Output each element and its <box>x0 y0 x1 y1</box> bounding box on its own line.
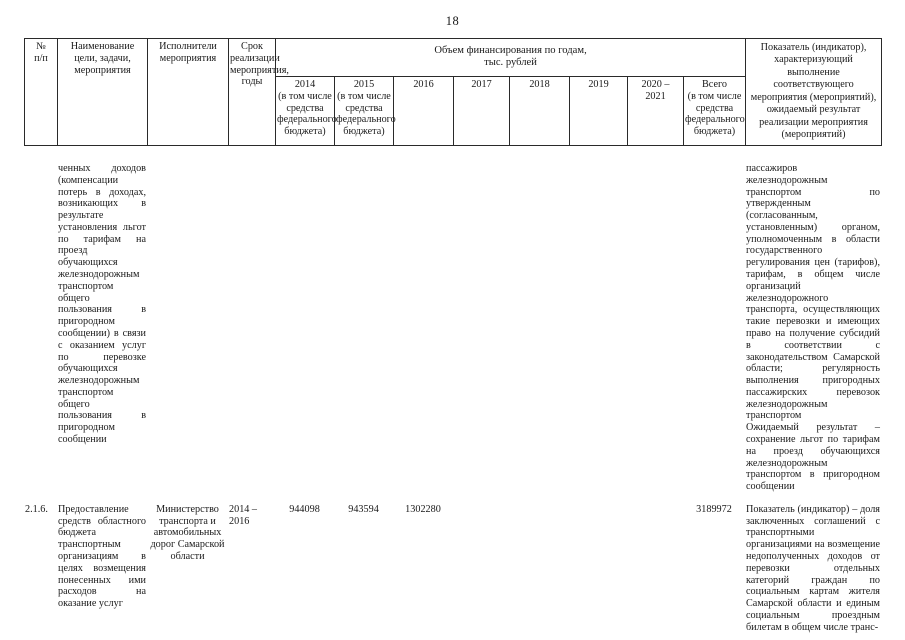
header-cell-2018: 2018 <box>509 75 570 146</box>
header-2014-note: (в том числе средства федерального бюдже… <box>277 90 337 138</box>
page-number: 18 <box>445 14 460 28</box>
header-cell-executors: Исполнители мероприятия <box>147 38 229 146</box>
header-cell-financing-title: Объем финансирования по годам, тыс. рубл… <box>274 38 747 77</box>
spacer-cell <box>24 493 881 504</box>
header-cell-2016: 2016 <box>393 75 454 146</box>
financing-title-line2: тыс. рублей <box>484 57 537 69</box>
header-2015-note: (в том числе средства федерального бюдже… <box>336 90 396 138</box>
table-body: ченных доходов (компенсации потерь в дох… <box>24 163 881 633</box>
row-value-2018 <box>509 504 569 634</box>
row-indicator: пассажиров железнодорожным транспортом п… <box>745 163 881 493</box>
header-cell-2015: 2015 (в том числе средства федерального … <box>334 75 396 146</box>
row-value-2019 <box>569 163 627 493</box>
header-cell-indicator: Показатель (индикатор), характеризующий … <box>745 38 883 146</box>
row-indicator-part1: Показатель (индикатор) – доля заключенны… <box>746 503 880 633</box>
row-value-2015 <box>334 163 393 493</box>
row-name: Предоставление средств областного бюджет… <box>58 503 146 610</box>
row-value-2020-2021 <box>627 163 683 493</box>
header-2020-line1: 2020 – <box>641 78 670 90</box>
row-spacer <box>24 493 881 504</box>
row-value-2017 <box>453 504 509 634</box>
header-cell-total: Всего (в том числе средства федерального… <box>682 75 747 146</box>
row-value-total: 3189972 <box>696 503 732 515</box>
header-cell-number: № п/п <box>24 38 58 146</box>
row-indicator: Показатель (индикатор) – доля заключенны… <box>745 504 881 634</box>
row-value-total <box>683 163 745 493</box>
row-value-2019 <box>569 504 627 634</box>
row-value-2016: 1302280 <box>405 503 441 515</box>
header-number-line1: № <box>36 41 46 52</box>
row-name: ченных доходов (компенсации потерь в дох… <box>58 163 146 445</box>
header-row-top: № п/п Наименование цели, задачи, меропри… <box>24 38 883 146</box>
header-cell-name: Наименование цели, задачи, мероприятия <box>57 38 148 146</box>
row-executors: Министерство транспорта и автомобильных … <box>150 503 225 562</box>
header-number-line2: п/п <box>34 52 48 64</box>
row-number: 2.1.6. <box>25 503 48 515</box>
row-value-2018 <box>509 163 569 493</box>
header-cell-term: Срок реализации мероприятия, годы <box>228 38 289 146</box>
row-value-2017 <box>453 163 509 493</box>
header-cell-2017: 2017 <box>453 75 510 146</box>
row-term <box>228 163 275 493</box>
row-term-line2: 2016 <box>229 515 250 527</box>
header-total-label: Всего <box>702 78 727 90</box>
header-cell-2020-2021: 2020 – 2021 <box>627 75 684 146</box>
row-indicator-part1: пассажиров железнодорожным транспортом п… <box>746 163 880 422</box>
row-value-2014: 944098 <box>289 503 320 515</box>
row-indicator-part2: Ожидаемый результат – сохранение льгот п… <box>746 422 880 493</box>
row-value-2015: 943594 <box>348 503 379 515</box>
header-cell-2019: 2019 <box>569 75 628 146</box>
header-total-note: (в том числе средства федерального бюдже… <box>685 90 745 138</box>
row-term: 2014 – 2016 <box>228 504 275 634</box>
row-term-line1: 2014 – <box>229 503 258 515</box>
header-2015-year: 2015 <box>353 78 375 90</box>
row-value-2016 <box>393 163 453 493</box>
financing-title-line1: Объем финансирования по годам, <box>434 44 587 56</box>
row-executors <box>147 163 228 493</box>
row-value-2020-2021 <box>627 504 683 634</box>
table-header: № п/п Наименование цели, задачи, меропри… <box>24 38 883 146</box>
header-2014-year: 2014 <box>294 78 316 90</box>
header-2020-line2: 2021 <box>645 90 666 102</box>
row-number <box>24 163 57 493</box>
header-cell-2014: 2014 (в том числе средства федерального … <box>275 75 337 146</box>
row-value-2014 <box>275 163 334 493</box>
table-row: ченных доходов (компенсации потерь в дох… <box>24 163 881 493</box>
table-row: 2.1.6. Предоставление средств областного… <box>24 504 881 634</box>
